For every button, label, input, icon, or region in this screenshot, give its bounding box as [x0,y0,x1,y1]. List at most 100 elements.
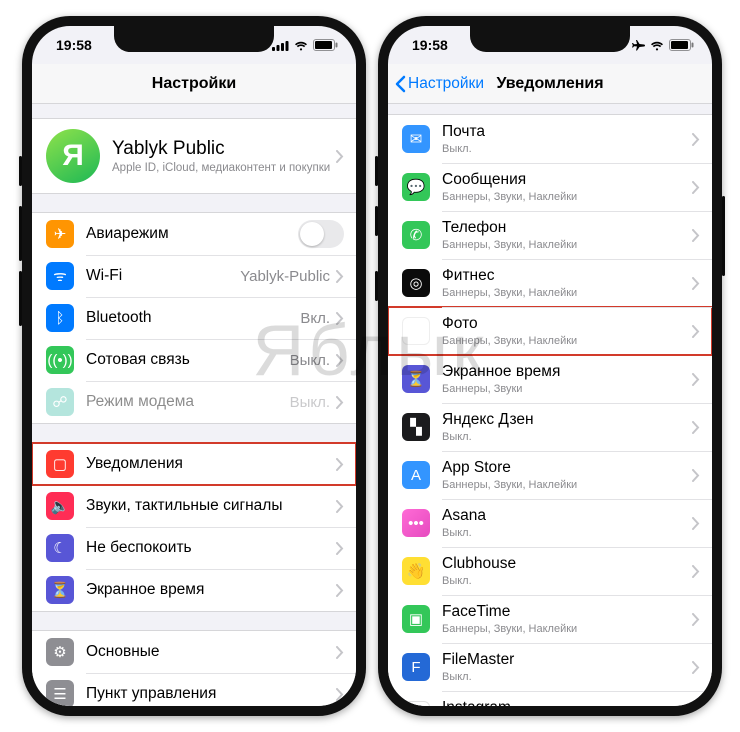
asana-icon: ••• [402,509,430,537]
notifications-icon: ▢ [46,450,74,478]
settings-row-sounds[interactable]: 🔈 Звуки, тактильные сигналы [32,485,356,527]
settings-row-bluetooth[interactable]: ᛒBluetoothВкл. [32,297,356,339]
phone-frame-left: 19:58 Настройки Я Yablyk Public Apple I [22,16,366,716]
settings-group: ▢Уведомления 🔈 Звуки, тактильные сигналы ☾Н… [32,442,356,612]
chevron-left-icon [394,75,406,93]
navbar-settings: Настройки [32,64,356,104]
app-row-phone[interactable]: ✆ ТелефонБаннеры, Звуки, Наклейки [388,211,712,259]
back-button[interactable]: Настройки [394,64,484,103]
account-name: Yablyk Public [112,138,336,161]
fitness-icon: ◎ [402,269,430,297]
instagram-icon: ◯ [402,701,430,706]
settings-row-dnd[interactable]: ☾Не беспокоить [32,527,356,569]
app-row-appstore[interactable]: AApp StoreБаннеры, Звуки, Наклейки [388,451,712,499]
app-row-facetime[interactable]: ▣FaceTimeБаннеры, Звуки, Наклейки [388,595,712,643]
app-title: FaceTime [442,603,692,622]
apps-group: ✉︎ПочтаВыкл.💬СообщенияБаннеры, Звуки, На… [388,114,712,706]
chevron-right-icon [336,584,344,597]
wifi-status-icon [293,40,309,51]
app-title: Instagram [442,699,692,706]
sounds-icon: 🔈 [46,492,74,520]
settings-row-cellular[interactable]: ((•))Сотовая связьВыкл. [32,339,356,381]
row-title: Wi-Fi [86,267,240,286]
phone-icon: ✆ [402,221,430,249]
chevron-right-icon [336,396,344,409]
settings-row-airplane[interactable]: ✈︎Авиарежим [32,213,356,255]
status-icons [632,39,694,52]
chevron-right-icon [692,325,700,338]
screentime-icon: ⏳ [46,576,74,604]
chevron-right-icon [692,133,700,146]
notifications-content[interactable]: ✉︎ПочтаВыкл.💬СообщенияБаннеры, Звуки, На… [388,104,712,706]
filemaster-icon: F [402,653,430,681]
app-row-photos[interactable]: ✿ФотоБаннеры, Звуки, Наклейки [388,307,712,355]
chevron-right-icon [336,458,344,471]
app-row-zen[interactable]: ▚Яндекс ДзенВыкл. [388,403,712,451]
screentime-icon: ⏳ [402,365,430,393]
chevron-right-icon [692,277,700,290]
app-sub: Баннеры, Звуки, Наклейки [442,623,692,635]
row-value: Выкл. [290,352,330,369]
app-title: Сообщения [442,171,692,190]
app-sub: Баннеры, Звуки, Наклейки [442,191,692,203]
app-title: Asana [442,507,692,526]
app-title: FileMaster [442,651,692,670]
app-title: Телефон [442,219,692,238]
zen-icon: ▚ [402,413,430,441]
app-row-mail[interactable]: ✉︎ПочтаВыкл. [388,115,712,163]
settings-row-general[interactable]: ⚙︎Основные [32,631,356,673]
settings-row-screentime[interactable]: ⏳Экранное время [32,569,356,611]
row-title: Авиарежим [86,225,298,244]
settings-group: ⚙︎Основные☰Пункт управленияAAЭкран и ярк… [32,630,356,706]
app-title: App Store [442,459,692,478]
settings-row-notifications[interactable]: ▢Уведомления [32,443,356,485]
screen-right: 19:58 Настройки Уведомления ✉︎ПочтаВыкл.… [388,26,712,706]
navbar-notifications: Настройки Уведомления [388,64,712,104]
app-sub: Выкл. [442,575,692,587]
settings-row-hotspot[interactable]: ☍Режим модемаВыкл. [32,381,356,423]
row-title: Звуки, тактильные сигналы [86,497,336,516]
notch [114,26,274,52]
appstore-icon: A [402,461,430,489]
chevron-right-icon [336,270,344,283]
chevron-right-icon [692,373,700,386]
chevron-right-icon [336,542,344,555]
chevron-right-icon [692,613,700,626]
chevron-right-icon [336,150,344,163]
app-sub: Выкл. [442,671,692,683]
app-row-clubhouse[interactable]: 👋ClubhouseВыкл. [388,547,712,595]
app-title: Яндекс Дзен [442,411,692,430]
app-row-asana[interactable]: ••• AsanaВыкл. [388,499,712,547]
app-sub: Выкл. [442,527,692,539]
app-row-filemaster[interactable]: F FileMasterВыкл. [388,643,712,691]
wifi-icon: ᯤ [46,262,74,290]
wifi-status-icon [649,40,665,51]
settings-content[interactable]: Я Yablyk Public Apple ID, iCloud, медиак… [32,104,356,706]
app-sub: Баннеры, Звуки [442,383,692,395]
app-row-fitness[interactable]: ◎ФитнесБаннеры, Звуки, Наклейки [388,259,712,307]
app-row-messages[interactable]: 💬 СообщенияБаннеры, Звуки, Наклейки [388,163,712,211]
page-title: Уведомления [496,75,603,93]
app-title: Экранное время [442,363,692,382]
settings-row-wifi[interactable]: ᯤWi-FiYablyk-Public [32,255,356,297]
chevron-right-icon [692,421,700,434]
avatar: Я [46,129,100,183]
screen-left: 19:58 Настройки Я Yablyk Public Apple I [32,26,356,706]
page-title: Настройки [152,75,236,93]
control-center-icon: ☰ [46,680,74,706]
row-title: Пункт управления [86,685,336,704]
app-sub: Баннеры, Звуки, Наклейки [442,239,692,251]
app-row-screentime[interactable]: ⏳ Экранное времяБаннеры, Звуки [388,355,712,403]
app-title: Фитнес [442,267,692,286]
toggle-switch[interactable] [298,220,344,248]
mail-icon: ✉︎ [402,125,430,153]
app-row-instagram[interactable]: ◯InstagramВыкл. [388,691,712,706]
account-group: Я Yablyk Public Apple ID, iCloud, медиак… [32,118,356,194]
settings-row-control-center[interactable]: ☰ Пункт управления [32,673,356,706]
row-title: Не беспокоить [86,539,336,558]
apple-id-row[interactable]: Я Yablyk Public Apple ID, iCloud, медиак… [32,119,356,193]
battery-icon [669,39,694,51]
messages-icon: 💬 [402,173,430,201]
chevron-right-icon [336,500,344,513]
status-icons [272,39,338,51]
